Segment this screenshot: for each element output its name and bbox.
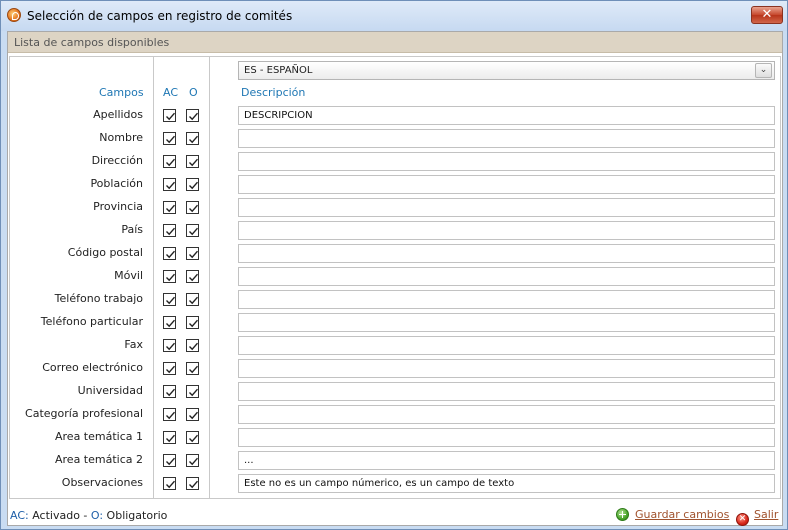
- description-input[interactable]: [238, 382, 775, 401]
- language-select[interactable]: ES - ESPAÑOL ⌄: [238, 61, 775, 80]
- ac-checkbox[interactable]: [163, 362, 176, 375]
- ac-checkbox[interactable]: [163, 316, 176, 329]
- legend-ac-text: Activado -: [28, 509, 91, 522]
- add-circle-icon: [616, 508, 629, 521]
- section-title: Lista de campos disponibles: [8, 32, 782, 53]
- o-checkbox[interactable]: [186, 385, 199, 398]
- description-input[interactable]: [238, 405, 775, 424]
- description-input[interactable]: [238, 244, 775, 263]
- exit-button[interactable]: ✕ Salir: [736, 508, 778, 526]
- description-input[interactable]: [238, 221, 775, 240]
- app-icon: [7, 8, 21, 22]
- column-divider: [153, 57, 154, 498]
- o-checkbox[interactable]: [186, 155, 199, 168]
- field-label: Población: [90, 177, 143, 190]
- o-checkbox[interactable]: [186, 270, 199, 283]
- ac-checkbox[interactable]: [163, 293, 176, 306]
- field-label: Area temática 1: [55, 430, 143, 443]
- ac-checkbox[interactable]: [163, 408, 176, 421]
- description-input[interactable]: [238, 152, 775, 171]
- description-input[interactable]: [238, 336, 775, 355]
- o-checkbox[interactable]: [186, 316, 199, 329]
- exit-label: Salir: [754, 508, 779, 521]
- save-label: Guardar cambios: [635, 508, 730, 521]
- ac-checkbox[interactable]: [163, 247, 176, 260]
- field-label: Provincia: [93, 200, 143, 213]
- ac-checkbox[interactable]: [163, 270, 176, 283]
- ac-checkbox[interactable]: [163, 132, 176, 145]
- field-label: Apellidos: [93, 108, 143, 121]
- o-checkbox[interactable]: [186, 477, 199, 490]
- o-checkbox[interactable]: [186, 201, 199, 214]
- o-checkbox[interactable]: [186, 454, 199, 467]
- description-input[interactable]: [238, 428, 775, 447]
- ac-checkbox[interactable]: [163, 178, 176, 191]
- ac-checkbox[interactable]: [163, 385, 176, 398]
- o-checkbox[interactable]: [186, 362, 199, 375]
- chevron-down-icon[interactable]: ⌄: [755, 63, 772, 78]
- field-label: Categoría profesional: [25, 407, 143, 420]
- field-label: Dirección: [91, 154, 143, 167]
- field-label: Area temática 2: [55, 453, 143, 466]
- field-label: Teléfono trabajo: [54, 292, 143, 305]
- description-input[interactable]: Este no es un campo númerico, es un camp…: [238, 474, 775, 493]
- legend-o-text: Obligatorio: [103, 509, 168, 522]
- o-checkbox[interactable]: [186, 178, 199, 191]
- description-input[interactable]: [238, 313, 775, 332]
- field-label: Correo electrónico: [42, 361, 143, 374]
- o-checkbox[interactable]: [186, 431, 199, 444]
- field-label: Teléfono particular: [40, 315, 143, 328]
- o-checkbox[interactable]: [186, 224, 199, 237]
- o-checkbox[interactable]: [186, 109, 199, 122]
- ac-checkbox[interactable]: [163, 454, 176, 467]
- description-input[interactable]: DESCRIPCION: [238, 106, 775, 125]
- field-label: Código postal: [67, 246, 143, 259]
- description-input[interactable]: [238, 175, 775, 194]
- o-checkbox[interactable]: [186, 293, 199, 306]
- field-label: País: [121, 223, 143, 236]
- o-checkbox[interactable]: [186, 247, 199, 260]
- ac-checkbox[interactable]: [163, 201, 176, 214]
- legend-ac-key: AC:: [10, 509, 29, 522]
- header-ac: AC: [163, 86, 179, 99]
- description-input[interactable]: ...: [238, 451, 775, 470]
- ac-checkbox[interactable]: [163, 224, 176, 237]
- title-bar: Selección de campos en registro de comit…: [1, 1, 787, 31]
- field-label: Nombre: [99, 131, 143, 144]
- window-title: Selección de campos en registro de comit…: [27, 9, 293, 23]
- field-label: Universidad: [77, 384, 143, 397]
- ac-checkbox[interactable]: [163, 339, 176, 352]
- description-input[interactable]: [238, 359, 775, 378]
- field-label: Fax: [124, 338, 143, 351]
- field-label: Observaciones: [61, 476, 143, 489]
- description-input[interactable]: [238, 198, 775, 217]
- description-input[interactable]: [238, 290, 775, 309]
- description-input[interactable]: [238, 129, 775, 148]
- ac-checkbox[interactable]: [163, 431, 176, 444]
- header-campos: Campos: [99, 86, 144, 99]
- field-label: Móvil: [114, 269, 143, 282]
- header-o: O: [189, 86, 198, 99]
- legend-o-key: O:: [90, 509, 104, 522]
- o-checkbox[interactable]: [186, 408, 199, 421]
- header-descripcion: Descripción: [241, 86, 306, 99]
- close-icon: ✕: [761, 7, 773, 22]
- column-divider: [209, 57, 210, 498]
- close-circle-icon: ✕: [736, 513, 749, 526]
- ac-checkbox[interactable]: [163, 155, 176, 168]
- dialog-window: Selección de campos en registro de comit…: [0, 0, 788, 530]
- o-checkbox[interactable]: [186, 339, 199, 352]
- ac-checkbox[interactable]: [163, 109, 176, 122]
- save-button[interactable]: Guardar cambios: [616, 508, 729, 521]
- legend: AC: Activado - O: Obligatorio: [10, 509, 167, 522]
- language-selected-value: ES - ESPAÑOL: [244, 65, 313, 76]
- o-checkbox[interactable]: [186, 132, 199, 145]
- description-input[interactable]: [238, 267, 775, 286]
- close-button[interactable]: ✕: [751, 6, 783, 24]
- ac-checkbox[interactable]: [163, 477, 176, 490]
